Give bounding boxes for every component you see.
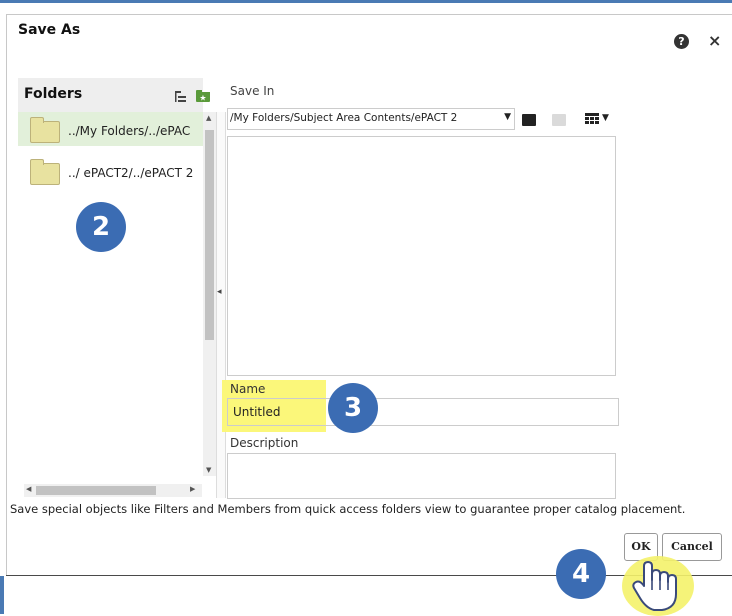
folder-up-icon[interactable] <box>522 114 536 126</box>
step-badge-3: 3 <box>328 383 378 433</box>
folder-item-epact2[interactable]: ../ ePACT2/../ePACT 2 <box>18 154 203 188</box>
save-in-path-value: /My Folders/Subject Area Contents/ePACT … <box>230 112 458 124</box>
step-badge-4: 4 <box>556 549 606 599</box>
new-folder-icon[interactable]: ★ <box>196 90 210 102</box>
view-options-icon[interactable] <box>585 113 599 126</box>
name-input-value: Untitled <box>233 405 281 419</box>
panel-splitter[interactable] <box>216 112 226 498</box>
step-badge-2: 2 <box>76 202 126 252</box>
view-options-dropdown-icon[interactable]: ▼ <box>602 113 609 123</box>
folders-title: Folders <box>24 86 83 102</box>
collapse-panel-icon[interactable]: ◂ <box>217 287 222 297</box>
name-input[interactable] <box>227 398 619 426</box>
folders-header: Folders ★ <box>18 78 210 112</box>
scroll-down-icon[interactable]: ▼ <box>206 466 211 474</box>
scrollbar-thumb[interactable] <box>36 486 156 495</box>
save-in-path-select[interactable]: /My Folders/Subject Area Contents/ePACT … <box>227 108 515 130</box>
save-in-label: Save In <box>230 84 275 98</box>
scroll-left-icon[interactable]: ◀ <box>26 485 31 493</box>
description-label: Description <box>230 436 299 450</box>
folder-item-label: ../My Folders/../ePAC <box>68 124 191 138</box>
folders-vertical-scrollbar[interactable] <box>203 112 216 476</box>
folder-item-my-folders[interactable]: ../My Folders/../ePAC <box>18 112 203 146</box>
new-folder-disabled-icon <box>552 114 566 126</box>
folder-item-label: ../ ePACT2/../ePACT 2 <box>68 166 194 180</box>
folders-horizontal-scrollbar[interactable] <box>24 484 202 497</box>
folder-contents-list[interactable] <box>227 136 616 376</box>
dropdown-arrow-icon[interactable]: ▼ <box>504 112 511 122</box>
name-label: Name <box>230 382 266 396</box>
cancel-button[interactable]: Cancel <box>662 533 722 561</box>
hand-pointer-icon <box>632 561 677 611</box>
tree-view-icon[interactable] <box>174 90 188 104</box>
description-input[interactable] <box>227 453 616 499</box>
folder-icon <box>30 117 60 143</box>
scroll-right-icon[interactable]: ▶ <box>190 485 195 493</box>
svg-text:★: ★ <box>199 94 206 103</box>
dialog-title: Save As <box>18 22 81 38</box>
background-border <box>0 0 732 3</box>
save-note-text: Save special objects like Filters and Me… <box>10 502 686 516</box>
folders-panel: Folders ★ ../My Folders/../ePAC ../ ePAC… <box>18 78 210 498</box>
help-icon[interactable]: ? <box>674 34 689 49</box>
close-icon[interactable]: × <box>708 32 721 50</box>
scrollbar-thumb[interactable] <box>205 130 214 340</box>
scroll-up-icon[interactable]: ▲ <box>206 114 211 122</box>
folder-icon <box>30 159 60 185</box>
